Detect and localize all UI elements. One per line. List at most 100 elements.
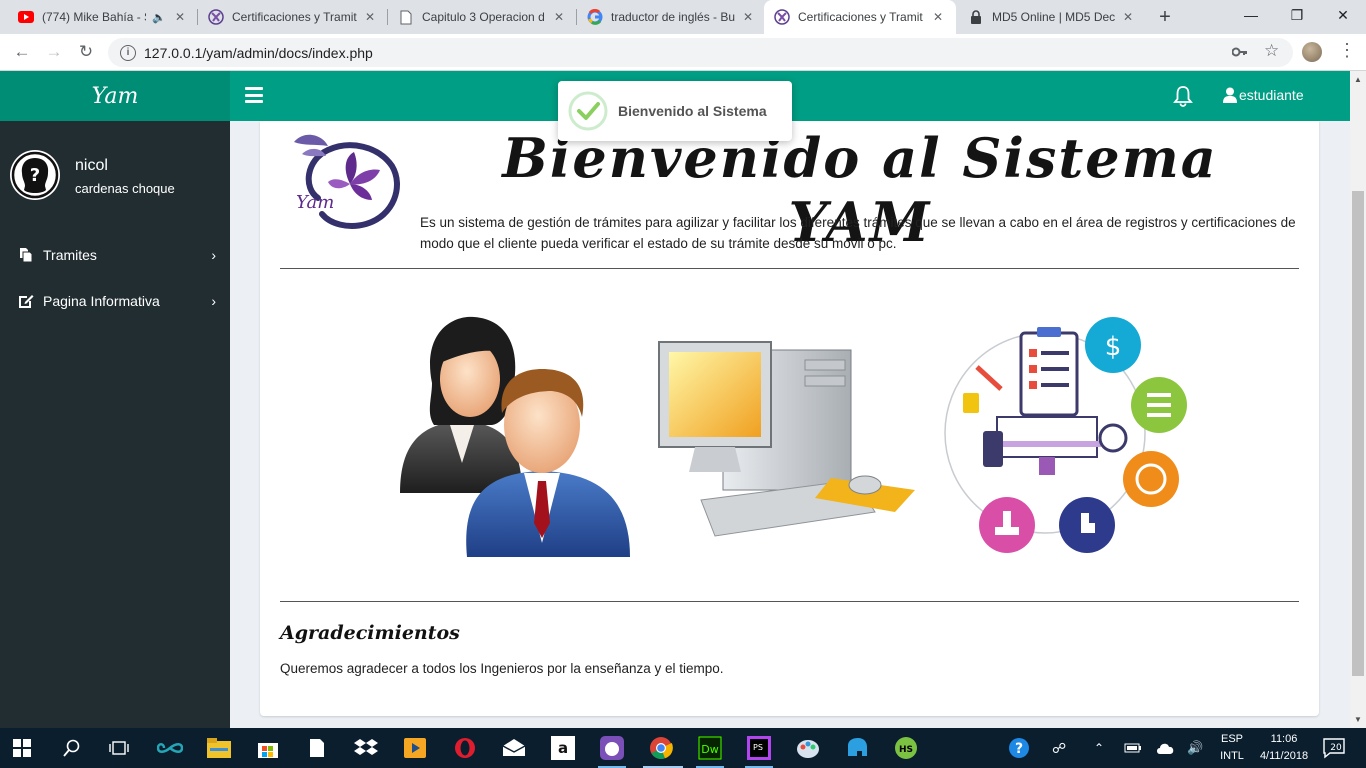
close-tab-icon[interactable]: ✕ — [172, 10, 188, 24]
windows-start-icon[interactable] — [8, 734, 36, 762]
tab-title: Certificaciones y Tramit — [232, 10, 357, 24]
maximize-button[interactable]: ❐ — [1274, 0, 1320, 32]
notification-count: 20 — [1330, 743, 1342, 753]
google-icon — [587, 9, 603, 25]
tab-capitulo[interactable]: Capitulo 3 Operacion d ✕ — [388, 0, 577, 34]
page-scrollbar[interactable]: ▲ ▼ — [1350, 71, 1366, 728]
language-indicator[interactable]: ESP INTL — [1214, 728, 1250, 768]
scroll-down-arrow[interactable]: ▼ — [1354, 715, 1362, 724]
volume-icon[interactable]: 🔊 — [1187, 728, 1203, 768]
opera-icon[interactable] — [451, 734, 479, 762]
mail-icon[interactable] — [500, 734, 528, 762]
sidebar-item-pagina-informativa[interactable]: Pagina Informativa › — [0, 279, 230, 323]
tab-certificaciones-active[interactable]: Certificaciones y Tramit ✕ — [764, 0, 956, 34]
logo-text: Yam — [296, 192, 334, 213]
address-bar[interactable]: i 127.0.0.1/yam/admin/docs/index.php — [108, 38, 1293, 67]
cat-app-icon[interactable] — [598, 734, 626, 762]
clock-date: 4/11/2018 — [1259, 750, 1309, 762]
url-text: 127.0.0.1/yam/admin/docs/index.php — [144, 44, 373, 61]
store-icon[interactable] — [254, 734, 282, 762]
tab-title: MD5 Online | MD5 Dec — [992, 10, 1116, 24]
battery-icon[interactable] — [1124, 728, 1142, 768]
sidebar-item-tramites[interactable]: Tramites › — [0, 233, 230, 277]
arduino-icon[interactable] — [156, 734, 184, 762]
language-code: ESP — [1220, 733, 1243, 745]
close-tab-icon[interactable]: ✕ — [551, 10, 567, 24]
sidebar-user-subtitle: cardenas choque — [75, 181, 175, 196]
close-tab-icon[interactable]: ✕ — [930, 10, 946, 24]
chevron-up-icon[interactable]: ⌃ — [1094, 728, 1104, 768]
avatar: ? — [10, 150, 60, 200]
files-icon — [20, 248, 33, 263]
search-icon[interactable] — [58, 734, 86, 762]
scroll-thumb[interactable] — [1352, 191, 1364, 676]
elephant-app-icon[interactable] — [843, 734, 871, 762]
chevron-right-icon: › — [211, 247, 216, 263]
close-tab-icon[interactable]: ✕ — [362, 10, 378, 24]
sidebar-user-name: nicol — [75, 157, 108, 174]
close-window-button[interactable]: ✕ — [1320, 0, 1366, 32]
paint-icon[interactable] — [794, 734, 822, 762]
forward-button[interactable]: → — [42, 40, 66, 64]
minimize-button[interactable]: — — [1228, 0, 1274, 32]
tramites-illustration: $ — [943, 313, 1193, 561]
dreamweaver-icon[interactable]: Dw — [696, 734, 724, 762]
welcome-toast[interactable]: Bienvenido al Sistema — [558, 81, 792, 141]
tab-title: Certificaciones y Tramit — [798, 10, 923, 24]
notification-center-icon[interactable]: 20 — [1322, 728, 1348, 768]
svg-text:?: ? — [30, 165, 40, 186]
system-description: Es un sistema de gestión de trámites par… — [420, 215, 1296, 251]
people-icon[interactable]: ☍ — [1052, 728, 1066, 768]
hs-app-icon[interactable]: HS — [892, 734, 920, 762]
bookmark-star-icon[interactable]: ☆ — [1264, 41, 1279, 61]
profile-avatar[interactable] — [1302, 42, 1322, 62]
reload-button[interactable]: ↻ — [74, 40, 98, 64]
brand-logo[interactable]: Yam — [0, 71, 230, 121]
chrome-icon[interactable] — [647, 734, 675, 762]
tab-title: Capitulo 3 Operacion d — [422, 10, 545, 24]
close-tab-icon[interactable]: ✕ — [740, 10, 756, 24]
video-editor-icon[interactable] — [401, 734, 429, 762]
new-tab-button[interactable]: + — [1153, 5, 1177, 29]
user-menu-label: estudiante — [1239, 87, 1304, 103]
tab-traductor[interactable]: traductor de inglés - Bu ✕ — [577, 0, 766, 34]
svg-text:$: $ — [1105, 332, 1122, 362]
bell-icon[interactable] — [1173, 85, 1193, 107]
cloud-icon[interactable] — [1155, 728, 1175, 768]
chrome-menu-icon[interactable]: ⋮ — [1338, 40, 1356, 61]
tab-md5[interactable]: MD5 Online | MD5 Dec ✕ — [958, 0, 1146, 34]
blank-document-icon[interactable] — [303, 734, 331, 762]
amazon-icon[interactable]: a — [549, 734, 577, 762]
sidebar-item-label: Pagina Informativa — [43, 293, 160, 309]
info-icon[interactable]: i — [120, 44, 136, 61]
tab-title: (774) Mike Bahía - S — [42, 10, 147, 24]
sidebar-toggle-icon[interactable] — [245, 87, 263, 103]
task-view-icon[interactable] — [105, 734, 133, 762]
chevron-right-icon: › — [211, 293, 216, 309]
scroll-up-arrow[interactable]: ▲ — [1354, 75, 1362, 84]
computer-illustration — [645, 340, 930, 540]
divider — [280, 601, 1299, 602]
svg-text:HS: HS — [899, 745, 913, 755]
svg-text:PS: PS — [753, 743, 763, 752]
document-icon — [398, 9, 414, 25]
file-explorer-icon[interactable] — [205, 734, 233, 762]
tab-certificaciones-1[interactable]: Certificaciones y Tramit ✕ — [198, 0, 388, 34]
clock[interactable]: 11:06 4/11/2018 — [1254, 728, 1314, 768]
toast-message: Bienvenido al Sistema — [618, 103, 767, 119]
tab-youtube[interactable]: (774) Mike Bahía - S 🔈 ✕ — [8, 0, 198, 34]
key-icon[interactable] — [1231, 44, 1248, 61]
speaker-icon[interactable]: 🔈 — [152, 11, 166, 24]
yam-logo: Yam — [288, 128, 412, 230]
dropbox-icon[interactable] — [352, 734, 380, 762]
yam-favicon — [208, 9, 224, 25]
divider — [280, 268, 1299, 269]
youtube-icon — [18, 9, 34, 25]
sidebar: ? nicol cardenas choque Tramites › Pagin… — [0, 121, 230, 728]
svg-text:a: a — [558, 739, 568, 757]
close-tab-icon[interactable]: ✕ — [1120, 10, 1136, 24]
user-menu[interactable]: estudiante — [1223, 87, 1304, 103]
help-icon[interactable]: ? — [1008, 728, 1030, 768]
phpstorm-icon[interactable]: PS — [745, 734, 773, 762]
back-button[interactable]: ← — [10, 40, 34, 64]
